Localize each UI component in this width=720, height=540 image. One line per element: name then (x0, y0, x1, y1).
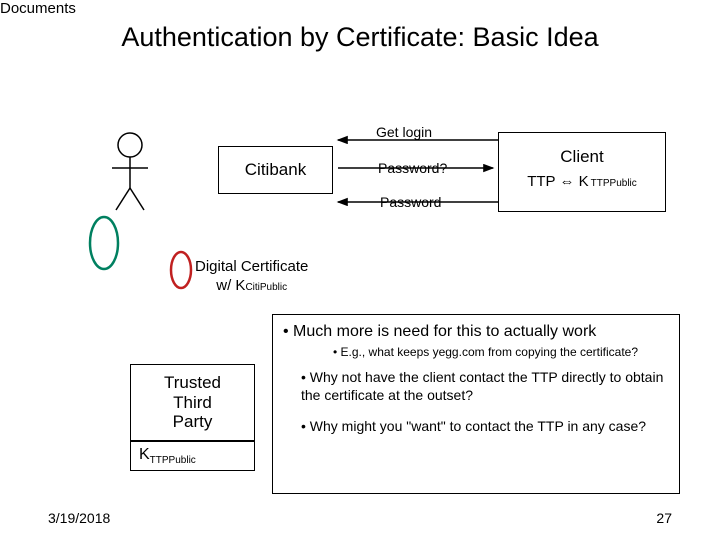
slide-title: Authentication by Certificate: Basic Ide… (0, 22, 720, 53)
bullet-sub1: • E.g., what keeps yegg.com from copying… (333, 345, 669, 359)
msg-get-login: Get login (376, 124, 432, 140)
cert-icon (171, 252, 191, 288)
ttp-box: Trusted Third Party (130, 364, 255, 441)
digcert-line2-sub: CitiPublic (245, 282, 287, 293)
ttp-key-sub: TTPPublic (150, 455, 196, 466)
bullets-box: • Much more is need for this to actually… (272, 314, 680, 494)
digcert-line1: Digital Certificate (195, 258, 308, 275)
bullet-q1: • Why not have the client contact the TT… (301, 369, 669, 404)
user-icon (112, 133, 148, 210)
client-key: TTP ⇔ KTTPPublic (527, 173, 637, 190)
ttp-l1: Trusted (164, 373, 221, 392)
client-box: Client TTP ⇔ KTTPPublic (498, 132, 666, 212)
client-key-prefix: TTP ⇔ K (527, 173, 588, 190)
client-label: Client (560, 147, 603, 167)
msg-password-q: Password? (378, 160, 447, 176)
digcert-line2-prefix: w/ K (216, 277, 245, 294)
msg-password: Password (380, 194, 441, 210)
server-label: Citibank (245, 160, 306, 180)
client-key-sub: TTPPublic (591, 178, 637, 189)
ttp-stack: Trusted Third Party KTTPPublic (130, 364, 255, 471)
server-box: Citibank (218, 146, 333, 194)
ttp-key-box: KTTPPublic (130, 441, 255, 471)
footer-page: 27 (656, 510, 672, 526)
ttp-l3: Party (173, 412, 213, 431)
bullet-main: • Much more is need for this to actually… (283, 323, 669, 341)
ttp-key-prefix: K (139, 446, 150, 463)
bullet-q2: • Why might you "want" to contact the TT… (301, 418, 669, 436)
ttp-l2: Third (173, 393, 212, 412)
footer-date: 3/19/2018 (48, 510, 110, 526)
digital-cert-label: Digital Certificate w/ KCitiPublic (195, 258, 308, 296)
document-icon (90, 217, 118, 269)
documents-label: Documents (0, 0, 720, 17)
